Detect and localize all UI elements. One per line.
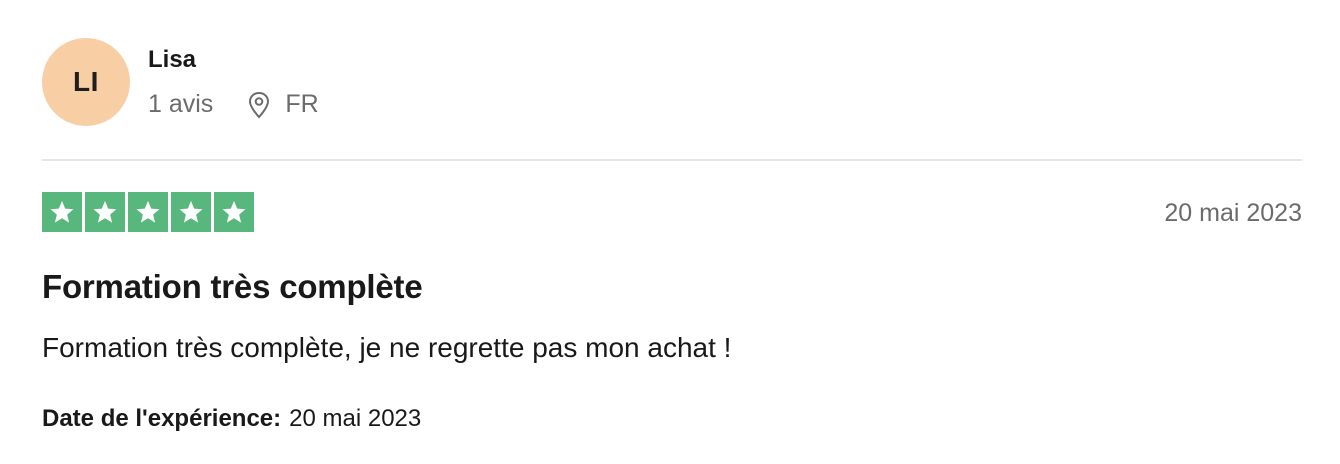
reviewer-meta: 1 avis FR <box>148 90 319 119</box>
review-title[interactable]: Formation très complète <box>42 268 423 306</box>
avatar[interactable]: LI <box>42 38 130 126</box>
star-icon <box>128 192 168 232</box>
experience-date: Date de l'expérience: 20 mai 2023 <box>42 405 421 433</box>
star-rating <box>42 192 254 232</box>
review-text: Formation très complète, je ne regrette … <box>42 332 732 363</box>
avatar-initials: LI <box>73 66 99 97</box>
map-pin-icon <box>247 91 271 119</box>
reviewer-header: LI Lisa 1 avis FR <box>42 38 1302 128</box>
star-icon <box>42 192 82 232</box>
review-card: LI Lisa 1 avis FR 20 mai 2023 Formation … <box>42 0 1302 464</box>
review-date: 20 mai 2023 <box>1164 199 1302 227</box>
star-icon <box>214 192 254 232</box>
divider <box>42 159 1302 161</box>
reviewer-name[interactable]: Lisa <box>148 46 196 74</box>
star-icon <box>85 192 125 232</box>
experience-date-value: 20 mai 2023 <box>289 405 422 432</box>
review-count: 1 avis <box>148 90 214 118</box>
star-icon <box>171 192 211 232</box>
experience-date-label: Date de l'expérience: <box>42 405 282 432</box>
reviewer-country: FR <box>285 90 319 118</box>
